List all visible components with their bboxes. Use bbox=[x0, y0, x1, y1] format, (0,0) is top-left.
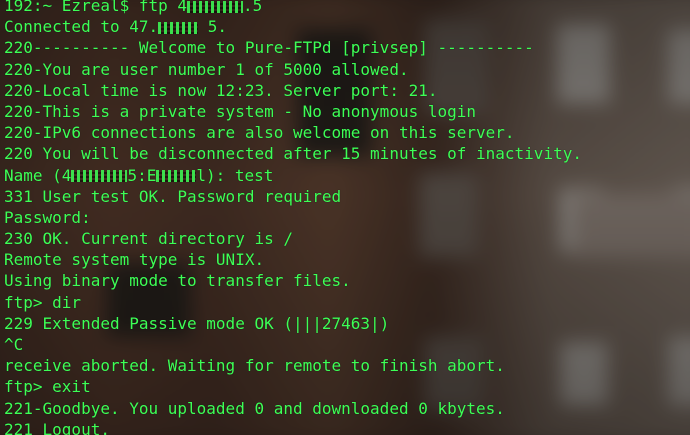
name-prompt-mid: 5:E bbox=[127, 165, 157, 185]
terminal-line-ftp-command: 192:~ Ezreal$ ftp 4 .5 bbox=[4, 0, 582, 16]
terminal-line: 220-IPv6 connections are also welcome on… bbox=[4, 123, 515, 143]
terminal-output[interactable]: 192:~ Ezreal$ ftp 4.5 Connected to 47. 5.… bbox=[4, 0, 582, 435]
connected-text: Connected to 47. bbox=[4, 17, 159, 37]
redacted-ip bbox=[71, 170, 128, 182]
command-suffix: .5 bbox=[243, 0, 263, 15]
name-prompt-suffix: l): test bbox=[196, 165, 274, 185]
terminal-line: 220 You will be disconnected after 15 mi… bbox=[4, 144, 582, 164]
terminal-line: 221 Logout. bbox=[4, 419, 110, 435]
redacted-ip bbox=[187, 0, 244, 13]
terminal-line-connected: Connected to 47. 5. bbox=[4, 16, 582, 37]
terminal-line: 220-Local time is now 12:23. Server port… bbox=[4, 80, 438, 100]
terminal-line: Remote system type is UNIX. bbox=[4, 250, 265, 270]
terminal-line: 220-You are user number 1 of 5000 allowe… bbox=[4, 59, 409, 79]
terminal-line: 229 Extended Passive mode OK (|||27463|) bbox=[4, 313, 390, 333]
terminal-line: 220-This is a private system - No anonym… bbox=[4, 101, 477, 121]
terminal-line: ^C bbox=[4, 335, 24, 354]
redacted-ip bbox=[158, 21, 199, 34]
terminal-line: Password: bbox=[4, 207, 91, 227]
terminal-window[interactable]: 192:~ Ezreal$ ftp 4.5 Connected to 47. 5.… bbox=[0, 0, 690, 435]
command-prompt-text: 192:~ Ezreal$ ftp 4 bbox=[4, 0, 188, 15]
terminal-line: 331 User test OK. Password required bbox=[4, 186, 342, 206]
terminal-line: receive aborted. Waiting for remote to f… bbox=[4, 356, 505, 376]
name-prompt-text: Name (4 bbox=[4, 165, 72, 185]
terminal-line: 221-Goodbye. You uploaded 0 and download… bbox=[4, 398, 505, 418]
terminal-line: ftp> exit bbox=[4, 377, 91, 397]
terminal-line: Using binary mode to transfer files. bbox=[4, 271, 351, 291]
terminal-line: 220---------- Welcome to Pure-FTPd [priv… bbox=[4, 38, 534, 58]
connected-suffix: 5. bbox=[198, 17, 228, 37]
terminal-line-name-prompt: Name (4 5:E l): test bbox=[4, 165, 582, 186]
redacted-user bbox=[156, 170, 197, 182]
terminal-line: ftp> dir bbox=[4, 292, 82, 312]
terminal-line: 230 OK. Current directory is / bbox=[4, 229, 293, 249]
